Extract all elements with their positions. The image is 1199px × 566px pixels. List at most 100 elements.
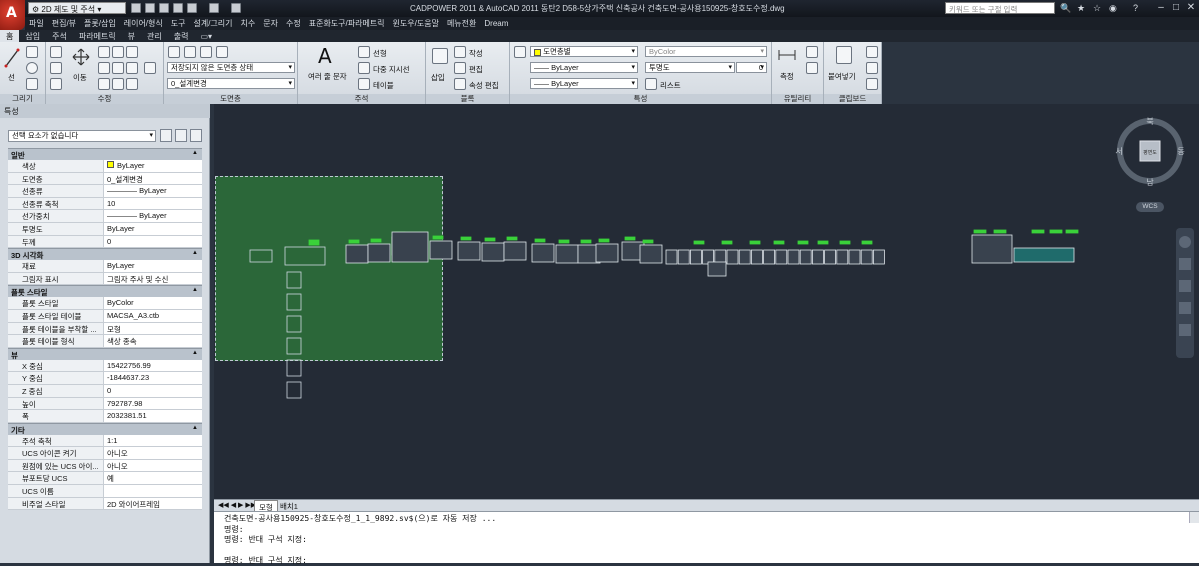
showmotion-icon[interactable] [1179, 324, 1191, 336]
menu-item[interactable]: 설계/그리기 [189, 17, 236, 30]
property-row[interactable]: UCS 아이콘 켜기 아니오 [8, 447, 202, 460]
arc-icon[interactable] [26, 78, 38, 90]
menu-item[interactable]: 윈도우/도움말 [389, 17, 443, 30]
move-icon[interactable] [72, 48, 90, 66]
property-value[interactable]: ———— ByLayer [104, 185, 202, 197]
list-icon[interactable] [645, 78, 657, 90]
fillet-icon[interactable] [112, 62, 124, 74]
property-row[interactable]: Z 중심 0 [8, 384, 202, 398]
viewcube-west[interactable]: 서 [1115, 147, 1122, 156]
command-prompt[interactable]: 명령: 반대 구석 지정: [224, 555, 1189, 566]
property-row[interactable]: 뷰포트당 UCS 예 [8, 472, 202, 486]
lineweight-select[interactable]: —— ByLayer [530, 78, 638, 89]
match-properties-icon[interactable] [514, 46, 526, 58]
maximize-button[interactable]: □ [1168, 2, 1184, 14]
menu-item[interactable]: 파일 [25, 17, 48, 30]
property-value[interactable]: ByLayer [104, 223, 202, 235]
viewcube-east[interactable]: 동 [1177, 147, 1184, 156]
copy-icon[interactable] [50, 62, 62, 74]
saveas-icon[interactable] [173, 3, 183, 13]
transparency-value[interactable]: 0 [736, 62, 767, 73]
tab-output[interactable]: 출력 [168, 30, 195, 42]
plot-icon[interactable] [231, 3, 241, 13]
favorites-icon[interactable]: ☆ [1093, 3, 1101, 14]
property-row[interactable]: 두께 0 [8, 235, 202, 249]
property-row[interactable]: 색상 ByLayer [8, 160, 202, 173]
minimize-button[interactable]: – [1153, 2, 1169, 14]
property-row[interactable]: 플롯 테이블을 부착할 ... 모형 [8, 322, 202, 336]
zoom-icon[interactable] [1179, 280, 1191, 292]
multileader-icon[interactable] [358, 62, 370, 74]
application-menu-button[interactable]: A [0, 0, 25, 30]
quick-select-icon[interactable] [806, 46, 818, 58]
create-block-icon[interactable] [454, 46, 466, 58]
property-row[interactable]: 선종류 ———— ByLayer [8, 185, 202, 198]
select-objects-icon[interactable] [175, 129, 187, 142]
property-value[interactable]: 10 [104, 198, 202, 210]
subscription-icon[interactable]: ◉ [1109, 3, 1117, 14]
layer-select[interactable]: 0_설계변경 [167, 78, 295, 89]
property-row[interactable]: 선가중치 ———— ByLayer [8, 210, 202, 223]
undo-icon[interactable] [187, 3, 197, 13]
close-button[interactable]: ✕ [1183, 2, 1199, 14]
search-icon[interactable]: 🔍 [1060, 3, 1071, 14]
circle-icon[interactable] [26, 62, 38, 74]
property-row[interactable]: 주석 축척 1:1 [8, 434, 202, 448]
erase-icon[interactable] [112, 46, 124, 58]
menu-item[interactable]: 편집/뷰 [48, 17, 80, 30]
property-value[interactable]: ByLayer [104, 260, 202, 272]
menu-item[interactable]: 수정 [282, 17, 305, 30]
property-value[interactable] [104, 485, 202, 497]
menu-item[interactable]: 플롯/삽입 [80, 17, 120, 30]
viewcube[interactable]: 평면도 북 남 동 서 [1115, 116, 1185, 186]
property-value[interactable]: 모형 [104, 323, 202, 335]
property-value[interactable]: 0 [104, 385, 202, 397]
property-row[interactable]: 플롯 스타일 테이블 MACSA_A3.ctb [8, 309, 202, 323]
help-icon[interactable]: ? [1133, 3, 1138, 13]
open-icon[interactable] [145, 3, 155, 13]
property-row[interactable]: X 중심 15422756.99 [8, 359, 202, 373]
offset-icon[interactable] [112, 78, 124, 90]
insert-block-icon[interactable] [432, 48, 448, 64]
property-value[interactable]: 2D 와이어프레임 [104, 498, 202, 510]
chamfer-icon[interactable] [126, 78, 138, 90]
pan-icon[interactable] [1179, 258, 1191, 270]
property-row[interactable]: 도면층 0_설계변경 [8, 172, 202, 186]
property-row[interactable]: 선종류 축척 10 [8, 197, 202, 211]
linear-dim-icon[interactable] [358, 46, 370, 58]
orbit-icon[interactable] [1179, 302, 1191, 314]
workspace-select[interactable]: ⚙ 2D 제도 및 주석 ▾ [28, 2, 126, 14]
property-value[interactable]: 아니오 [104, 460, 202, 472]
property-row[interactable]: UCS 이름 [8, 485, 202, 498]
wcs-menu[interactable]: WCS [1136, 202, 1164, 212]
property-row[interactable]: 비주얼 스타일 2D 와이어프레임 [8, 497, 202, 511]
property-value[interactable]: 1:1 [104, 435, 202, 447]
tab-insert[interactable]: 삽입 [19, 30, 46, 42]
tab-parametric[interactable]: 파라메트릭 [73, 30, 122, 42]
property-value[interactable]: 2032381.51 [104, 410, 202, 422]
property-value[interactable]: 그림자 주사 및 수신 [104, 273, 202, 285]
property-row[interactable]: 재료 ByLayer [8, 260, 202, 273]
menu-item[interactable]: 메뉴전환 [443, 17, 480, 30]
rotate-icon[interactable] [50, 46, 62, 58]
search-input[interactable]: 키워드 또는 구절 입력 [945, 2, 1055, 14]
property-value[interactable]: 0_설계변경 [104, 173, 202, 185]
steering-wheel-icon[interactable] [1179, 236, 1191, 248]
menu-item[interactable]: 도구 [167, 17, 190, 30]
property-value[interactable]: 아니오 [104, 447, 202, 459]
polyline-icon[interactable] [26, 46, 38, 58]
layer-freeze-icon[interactable] [184, 46, 196, 58]
layer-isolate-icon[interactable] [200, 46, 212, 58]
explode-icon[interactable] [126, 46, 138, 58]
edit-block-icon[interactable] [454, 62, 466, 74]
property-row[interactable]: 플롯 스타일 ByColor [8, 297, 202, 310]
tab-view[interactable]: 뷰 [122, 30, 141, 42]
property-row[interactable]: Y 중심 -1844637.23 [8, 372, 202, 385]
menu-item[interactable]: 문자 [259, 17, 282, 30]
menu-item[interactable]: Dream [480, 18, 512, 29]
mirror-icon[interactable] [98, 62, 110, 74]
property-value[interactable]: 예 [104, 472, 202, 484]
line-tool-icon[interactable] [4, 48, 20, 68]
section-header[interactable]: 뷰 [8, 347, 202, 360]
save-icon[interactable] [159, 3, 169, 13]
